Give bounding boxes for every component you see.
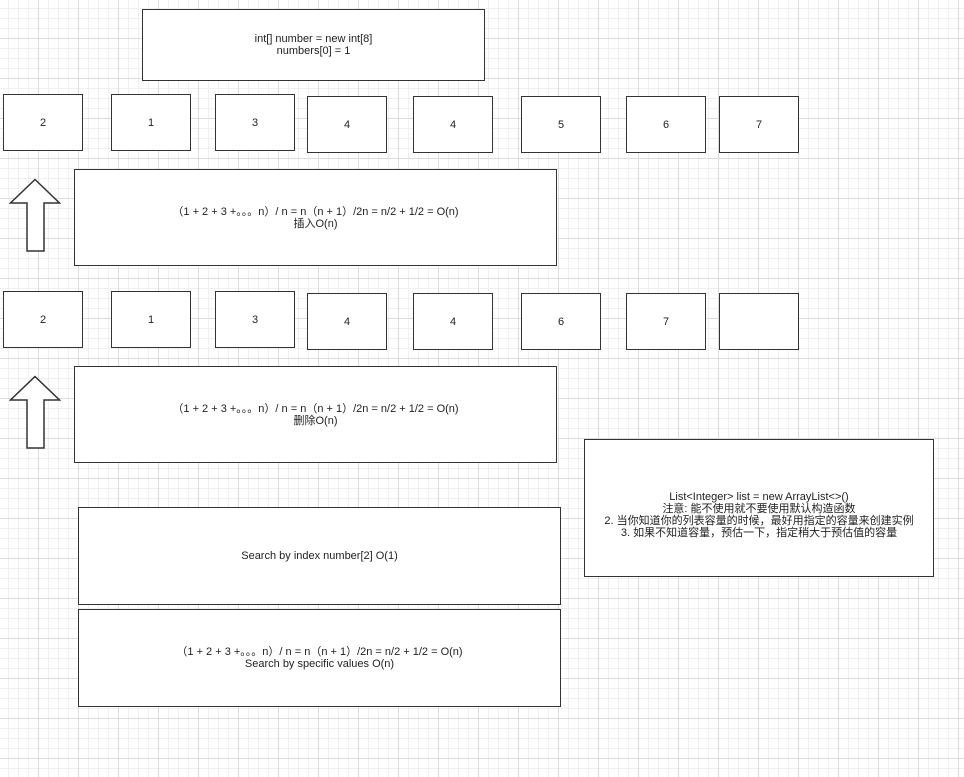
- up-arrow-icon: [9, 178, 61, 252]
- up-arrow-icon: [9, 375, 61, 449]
- array-cell: 5: [521, 96, 601, 153]
- delete-formula: （1 + 2 + 3 +。。。n）/ n = n（n + 1）/2n = n/2…: [172, 402, 459, 415]
- note-estimate-capacity: 3. 如果不知道容量，预估一下，指定稍大于预估值的容量: [620, 527, 898, 539]
- array-cell: 1: [111, 291, 191, 348]
- array-cell: 2: [3, 291, 83, 348]
- array-cell: 7: [719, 96, 799, 153]
- array-cell: 4: [307, 293, 387, 350]
- array-cell: 6: [626, 96, 706, 153]
- insert-complexity-label: 插入O(n): [293, 217, 338, 230]
- declaration-text: int[] number = new int[8]: [254, 33, 373, 45]
- search-by-value-label: Search by specific values O(n): [244, 658, 395, 670]
- search-by-value-box: （1 + 2 + 3 +。。。n）/ n = n（n + 1）/2n = n/2…: [78, 609, 561, 707]
- search-by-index-box: Search by index number[2] O(1): [78, 507, 561, 605]
- array-cell: 7: [626, 293, 706, 350]
- search-value-formula: （1 + 2 + 3 +。。。n）/ n = n（n + 1）/2n = n/2…: [176, 646, 463, 658]
- delete-complexity-box: （1 + 2 + 3 +。。。n）/ n = n（n + 1）/2n = n/2…: [74, 366, 557, 463]
- note-known-capacity: 2. 当你知道你的列表容量的时候，最好用指定的容量来创建实例: [604, 515, 914, 527]
- arraylist-note-box: List<Integer> list = new ArrayList<>() 注…: [584, 439, 934, 577]
- search-by-index-label: Search by index number[2] O(1): [241, 550, 398, 562]
- insert-formula: （1 + 2 + 3 +。。。n）/ n = n（n + 1）/2n = n/2…: [172, 205, 459, 218]
- array-cell: 2: [3, 94, 83, 151]
- note-default-constructor: 注意: 能不使用就不要使用默认构造函数: [662, 503, 856, 515]
- array-cell-empty: [719, 293, 799, 350]
- array-cell: 4: [307, 96, 387, 153]
- array-declaration-box: int[] number = new int[8] numbers[0] = 1: [142, 9, 485, 81]
- array-cell: 3: [215, 94, 295, 151]
- arraylist-declaration: List<Integer> list = new ArrayList<>(): [669, 491, 849, 503]
- assignment-text: numbers[0] = 1: [276, 45, 351, 57]
- array-cell: 1: [111, 94, 191, 151]
- delete-complexity-label: 删除O(n): [293, 414, 338, 427]
- array-cell: 6: [521, 293, 601, 350]
- array-cell: 4: [413, 293, 493, 350]
- insert-complexity-box: （1 + 2 + 3 +。。。n）/ n = n（n + 1）/2n = n/2…: [74, 169, 557, 266]
- array-cell: 3: [215, 291, 295, 348]
- array-cell: 4: [413, 96, 493, 153]
